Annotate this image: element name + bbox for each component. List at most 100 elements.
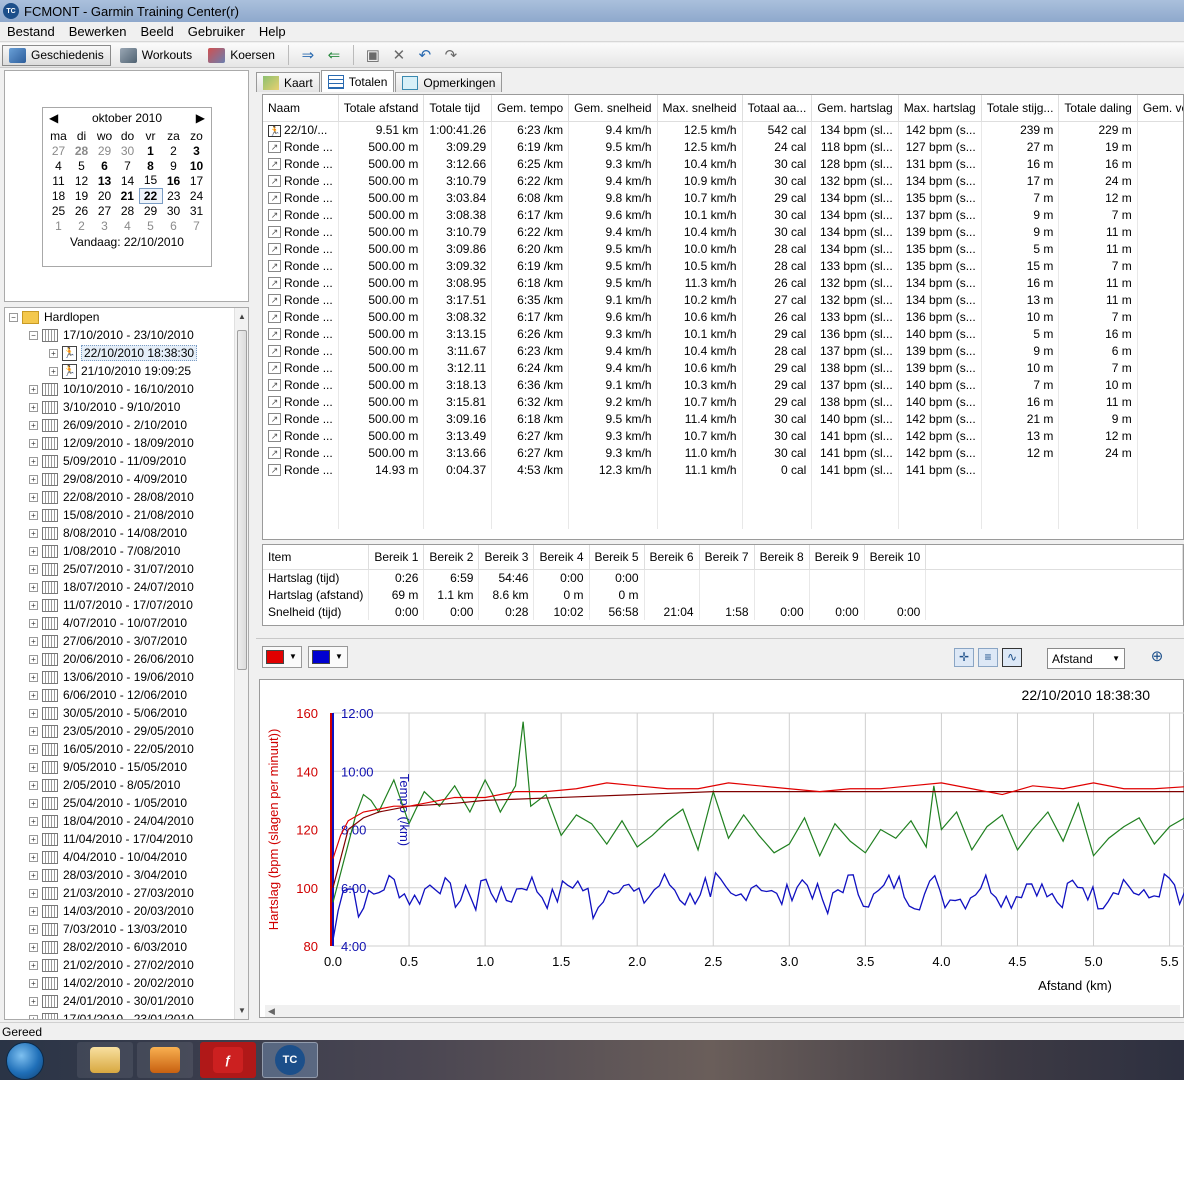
expand-icon[interactable]: + bbox=[29, 546, 38, 556]
calendar-day[interactable]: 31 bbox=[185, 203, 208, 218]
calendar-day[interactable]: 11 bbox=[47, 173, 70, 188]
tree-root[interactable]: − Hardlopen bbox=[5, 308, 235, 326]
laps-column-header[interactable]: Gem. vermogen bbox=[1137, 95, 1183, 122]
expand-icon[interactable]: + bbox=[29, 870, 38, 880]
laps-column-header[interactable]: Totaal aa... bbox=[742, 95, 813, 122]
tree-week[interactable]: +8/08/2010 - 14/08/2010 bbox=[5, 524, 235, 542]
menu-gebruiker[interactable]: Gebruiker bbox=[181, 24, 252, 39]
expand-icon[interactable]: + bbox=[29, 618, 38, 628]
expand-icon[interactable]: + bbox=[29, 600, 38, 610]
calendar-day[interactable]: 3 bbox=[93, 218, 116, 233]
calendar-day[interactable]: 19 bbox=[70, 188, 93, 203]
redo-icon[interactable]: ↷ bbox=[438, 45, 464, 65]
zones-column-header[interactable]: Bereik 8 bbox=[754, 545, 810, 570]
laps-column-header[interactable]: Max. snelheid bbox=[657, 95, 743, 122]
zones-column-header[interactable]: Bereik 5 bbox=[589, 545, 645, 570]
expand-icon[interactable]: + bbox=[29, 528, 38, 538]
calendar-day[interactable]: 24 bbox=[185, 188, 208, 203]
table-row[interactable]: ↗ Ronde ... 500.00 m 3:03.84 6:08 /km 9.8 km/… bbox=[263, 189, 1183, 206]
laps-column-header[interactable]: Gem. tempo bbox=[491, 95, 570, 122]
tree-week[interactable]: +18/07/2010 - 24/07/2010 bbox=[5, 578, 235, 596]
laps-column-header[interactable]: Totale tijd bbox=[423, 95, 493, 122]
table-row[interactable]: ↗ Ronde ... 14.93 m 0:04.37 4:53 /km 12.3 km/… bbox=[263, 461, 1183, 478]
calendar-day[interactable]: 3 bbox=[185, 143, 208, 158]
tree-week[interactable]: +14/03/2010 - 20/03/2010 bbox=[5, 902, 235, 920]
tree-week-open[interactable]: − 17/10/2010 - 23/10/2010 bbox=[5, 326, 235, 344]
calendar-day[interactable]: 4 bbox=[47, 158, 70, 173]
tree-week[interactable]: +29/08/2010 - 4/09/2010 bbox=[5, 470, 235, 488]
send-to-device-icon[interactable]: ⇒ bbox=[295, 45, 321, 65]
expand-icon[interactable]: + bbox=[29, 852, 38, 862]
zones-column-header[interactable]: Bereik 9 bbox=[809, 545, 865, 570]
zones-column-header[interactable]: Item bbox=[263, 545, 370, 570]
expand-icon[interactable]: + bbox=[29, 960, 38, 970]
zoom-in-icon[interactable]: ⊕ bbox=[1147, 648, 1167, 667]
tree-week[interactable]: +1/08/2010 - 7/08/2010 bbox=[5, 542, 235, 560]
tree-week[interactable]: +30/05/2010 - 5/06/2010 bbox=[5, 704, 235, 722]
table-row[interactable]: ↗ Ronde ... 500.00 m 3:09.32 6:19 /km 9.5 km/… bbox=[263, 257, 1183, 274]
calendar-day[interactable]: 7 bbox=[116, 158, 139, 173]
calendar-day[interactable]: 16 bbox=[162, 173, 185, 188]
tree-activity-selected[interactable]: + 🏃 22/10/2010 18:38:30 bbox=[5, 344, 235, 362]
save-icon[interactable]: ▣ bbox=[360, 45, 386, 65]
calendar-day[interactable]: 6 bbox=[93, 158, 116, 173]
expand-icon[interactable]: + bbox=[29, 708, 38, 718]
menu-bestand[interactable]: Bestand bbox=[0, 24, 62, 39]
undo-icon[interactable]: ↶ bbox=[412, 45, 438, 65]
tree-week[interactable]: +26/09/2010 - 2/10/2010 bbox=[5, 416, 235, 434]
table-row[interactable]: ↗ Ronde ... 500.00 m 3:08.95 6:18 /km 9.5 km/… bbox=[263, 274, 1183, 291]
tree-week[interactable]: +28/02/2010 - 6/03/2010 bbox=[5, 938, 235, 956]
collapse-icon[interactable]: − bbox=[9, 312, 18, 322]
next-month-arrow-icon[interactable]: ▶ bbox=[196, 111, 205, 125]
start-button[interactable] bbox=[6, 1042, 44, 1080]
laps-column-header[interactable]: Naam bbox=[263, 95, 339, 122]
laps-column-header[interactable]: Totale daling bbox=[1058, 95, 1138, 122]
calendar-day[interactable]: 21 bbox=[116, 188, 139, 203]
table-row[interactable]: ↗ Ronde ... 500.00 m 3:12.66 6:25 /km 9.3 km/… bbox=[263, 155, 1183, 172]
table-row[interactable]: ↗ Ronde ... 500.00 m 3:13.66 6:27 /km 9.3 km/… bbox=[263, 444, 1183, 461]
geschiedenis-button[interactable]: Geschiedenis bbox=[2, 44, 111, 66]
expand-icon[interactable]: + bbox=[29, 636, 38, 646]
calendar-day[interactable]: 27 bbox=[47, 143, 70, 158]
calendar-day[interactable]: 2 bbox=[162, 143, 185, 158]
tree-week[interactable]: +5/09/2010 - 11/09/2010 bbox=[5, 452, 235, 470]
expand-icon[interactable]: + bbox=[29, 438, 38, 448]
calendar-day[interactable]: 28 bbox=[116, 203, 139, 218]
table-row[interactable]: ↗ Ronde ... 500.00 m 3:17.51 6:35 /km 9.1 km/… bbox=[263, 291, 1183, 308]
tree-week[interactable]: +6/06/2010 - 12/06/2010 bbox=[5, 686, 235, 704]
expand-icon[interactable]: + bbox=[29, 834, 38, 844]
calendar-day[interactable]: 30 bbox=[162, 203, 185, 218]
calendar-day[interactable]: 17 bbox=[185, 173, 208, 188]
laps-column-header[interactable]: Totale afstand bbox=[338, 95, 425, 122]
tree-week[interactable]: +9/05/2010 - 15/05/2010 bbox=[5, 758, 235, 776]
expand-icon[interactable]: + bbox=[29, 654, 38, 664]
expand-icon[interactable]: + bbox=[29, 690, 38, 700]
tree-week[interactable]: +25/07/2010 - 31/07/2010 bbox=[5, 560, 235, 578]
calendar-day[interactable]: 18 bbox=[47, 188, 70, 203]
calendar-day[interactable]: 14 bbox=[116, 173, 139, 188]
tree-week[interactable]: +25/04/2010 - 1/05/2010 bbox=[5, 794, 235, 812]
expand-icon[interactable]: + bbox=[29, 402, 38, 412]
calendar-day[interactable]: 1 bbox=[139, 143, 162, 158]
koersen-button[interactable]: Koersen bbox=[201, 45, 282, 66]
table-row[interactable]: ↗ Ronde ... 500.00 m 3:08.32 6:17 /km 9.6 km/… bbox=[263, 308, 1183, 325]
calendar-day[interactable]: 4 bbox=[116, 218, 139, 233]
laps-column-header[interactable]: Gem. hartslag bbox=[811, 95, 899, 122]
expand-icon[interactable]: + bbox=[29, 492, 38, 502]
menu-bewerken[interactable]: Bewerken bbox=[62, 24, 134, 39]
zones-column-header[interactable]: Bereik 7 bbox=[699, 545, 755, 570]
stacked-graph-icon[interactable]: ≡ bbox=[978, 648, 998, 667]
expand-icon[interactable]: + bbox=[29, 474, 38, 484]
expand-icon[interactable]: + bbox=[29, 978, 38, 988]
tree-week[interactable]: +2/05/2010 - 8/05/2010 bbox=[5, 776, 235, 794]
prev-month-arrow-icon[interactable]: ◀ bbox=[49, 111, 58, 125]
expand-icon[interactable]: + bbox=[29, 726, 38, 736]
table-row[interactable]: ↗ Ronde ... 500.00 m 3:13.49 6:27 /km 9.3 km/… bbox=[263, 427, 1183, 444]
tree-scrollbar[interactable]: ▲ ▼ bbox=[234, 308, 248, 1019]
expand-icon[interactable]: + bbox=[29, 510, 38, 520]
calendar-day[interactable]: 28 bbox=[70, 143, 93, 158]
expand-icon[interactable]: + bbox=[49, 366, 58, 376]
table-row[interactable]: 🏃 22/10/... 9.51 km 1:00:41.26 6:23 /km 9.4 k… bbox=[263, 121, 1183, 138]
expand-icon[interactable]: + bbox=[29, 672, 38, 682]
calendar-day[interactable]: 25 bbox=[47, 203, 70, 218]
